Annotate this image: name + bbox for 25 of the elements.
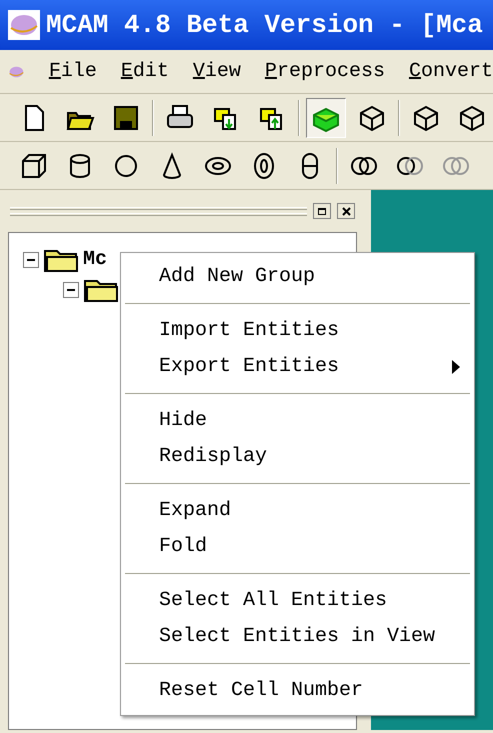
- window-title: MCAM 4.8 Beta Version - [Mca: [46, 8, 483, 42]
- context-menu-item[interactable]: Select Entities in View: [121, 619, 474, 655]
- context-menu-item[interactable]: Reset Cell Number: [121, 673, 474, 709]
- app-logo-icon: [8, 10, 40, 40]
- context-menu-item[interactable]: Export Entities: [121, 349, 474, 385]
- menu-item[interactable]: File: [48, 56, 97, 86]
- folder-icon: [43, 247, 79, 273]
- restore-button[interactable]: [313, 203, 331, 219]
- context-menu-item[interactable]: Import Entities: [121, 313, 474, 349]
- collapse-toggle[interactable]: [63, 282, 79, 298]
- menu-item[interactable]: Edit: [120, 56, 169, 86]
- menu-item[interactable]: Convert: [408, 56, 493, 86]
- context-menu-item[interactable]: Add New Group: [121, 259, 474, 295]
- close-button[interactable]: [337, 203, 355, 219]
- collapse-toggle[interactable]: [23, 252, 39, 268]
- context-menu-item[interactable]: Hide: [121, 403, 474, 439]
- menu-item[interactable]: View: [192, 56, 241, 86]
- context-menu-item[interactable]: Redisplay: [121, 439, 474, 475]
- tree-node-label[interactable]: Mc: [83, 245, 108, 275]
- folder-icon: [83, 277, 119, 303]
- context-menu-item[interactable]: Expand: [121, 493, 474, 529]
- context-menu-item[interactable]: Select All Entities: [121, 583, 474, 619]
- close-icon: [342, 206, 350, 216]
- menu-item[interactable]: Preprocess: [264, 56, 385, 86]
- context-menu-item[interactable]: Fold: [121, 529, 474, 565]
